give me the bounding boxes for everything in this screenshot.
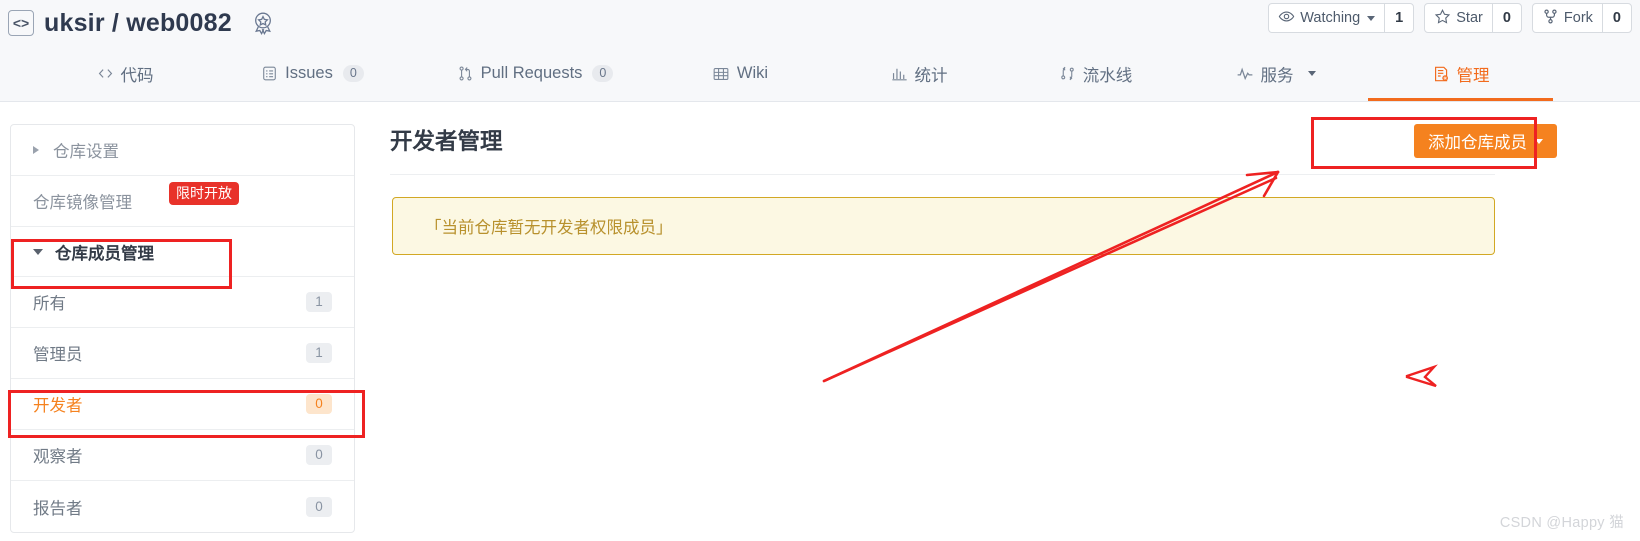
star-button[interactable]: Star — [1425, 4, 1492, 32]
tab-issues[interactable]: Issues 0 — [205, 46, 420, 101]
tab-service[interactable]: 服务 — [1183, 46, 1368, 101]
sidebar-item-all-label: 所有 — [33, 295, 66, 313]
empty-state-alert-text: 「当前仓库暂无开发者权限成员」 — [425, 219, 673, 237]
sidebar-item-developer-count: 0 — [306, 394, 332, 414]
sidebar-item-reporter-count: 0 — [306, 496, 332, 517]
tab-manage[interactable]: 管理 — [1368, 46, 1553, 101]
watermark: CSDN @Happy 猫 — [1499, 515, 1624, 531]
empty-state-alert: 「当前仓库暂无开发者权限成员」 — [392, 197, 1495, 255]
sidebar-item-all-count: 1 — [306, 292, 332, 312]
caret-down-icon — [1535, 138, 1543, 144]
eye-icon — [1278, 8, 1295, 29]
header-actions: Watching 1 Star 0 Fork 0 — [1268, 3, 1632, 33]
award-rosette-icon — [250, 10, 276, 36]
content-header: 开发者管理 — [390, 124, 1495, 175]
watching-count[interactable]: 1 — [1384, 4, 1413, 32]
tab-code-label: 代码 — [120, 66, 154, 85]
fork-icon — [1542, 8, 1559, 29]
sidebar-item-mirror-management-label: 仓库镜像管理 — [33, 194, 132, 212]
sidebar-item-reporter-label: 报告者 — [33, 499, 83, 518]
fork-count[interactable]: 0 — [1601, 4, 1631, 32]
sidebar-group-member-management[interactable]: 仓库成员管理 — [11, 227, 354, 277]
add-member-button[interactable]: 添加仓库成员 — [1414, 124, 1557, 158]
fork-button[interactable]: Fork — [1533, 4, 1602, 32]
pull-request-icon — [457, 65, 474, 82]
book-icon — [712, 65, 730, 83]
watching-button-group[interactable]: Watching 1 — [1268, 3, 1415, 33]
star-label: Star — [1456, 10, 1483, 26]
repo-nav-bar: 代码 Issues 0 Pull Requests 0 Wiki 统计 流水线 … — [0, 46, 1640, 102]
add-member-button-label: 添加仓库成员 — [1428, 134, 1527, 152]
sidebar-item-admin[interactable]: 管理员 1 — [11, 328, 354, 379]
sidebar-item-mirror-management[interactable]: 仓库镜像管理 限时开放 — [11, 176, 354, 227]
sidebar-group-repo-settings-label: 仓库设置 — [53, 143, 119, 161]
tab-manage-label: 管理 — [1456, 66, 1490, 85]
code-brackets-icon: <> — [8, 10, 34, 36]
repo-header: <> uksir / web0082 Watching 1 Star 0 For… — [0, 0, 1640, 46]
manage-doc-icon — [1432, 65, 1450, 83]
tab-pull-requests[interactable]: Pull Requests 0 — [420, 46, 650, 101]
issue-list-icon — [261, 65, 278, 82]
page-title[interactable]: uksir / web0082 — [44, 9, 232, 38]
fork-button-group[interactable]: Fork 0 — [1531, 3, 1632, 33]
star-count[interactable]: 0 — [1491, 4, 1521, 32]
pipeline-icon — [1059, 65, 1076, 82]
tab-code[interactable]: 代码 — [45, 46, 205, 101]
fork-label: Fork — [1563, 10, 1593, 26]
settings-sidebar: 仓库设置 仓库镜像管理 限时开放 仓库成员管理 所有 1 管理员 1 开发者 0 — [10, 124, 355, 533]
sidebar-item-observer-count: 0 — [306, 445, 332, 465]
tab-pipeline[interactable]: 流水线 — [1008, 46, 1183, 101]
sidebar-item-reporter[interactable]: 报告者 0 — [11, 481, 354, 532]
chevron-down-icon — [33, 248, 43, 255]
pulse-icon — [1236, 65, 1254, 83]
sidebar-item-observer[interactable]: 观察者 0 — [11, 430, 354, 481]
star-button-group[interactable]: Star 0 — [1424, 3, 1522, 33]
watching-button[interactable]: Watching — [1269, 4, 1384, 32]
sidebar-item-developer[interactable]: 开发者 0 — [11, 379, 354, 430]
tab-statistics-label: 统计 — [914, 66, 948, 85]
sidebar-group-member-management-label: 仓库成员管理 — [55, 244, 154, 263]
limited-time-badge: 限时开放 — [169, 182, 239, 205]
tab-pipeline-label: 流水线 — [1082, 66, 1133, 85]
tab-issues-count: 0 — [342, 65, 364, 82]
chevron-down-icon — [1367, 15, 1376, 21]
bar-chart-icon — [891, 65, 908, 82]
app-screen: <> uksir / web0082 Watching 1 Star 0 For… — [0, 0, 1640, 541]
star-icon — [1434, 8, 1451, 29]
sidebar-item-observer-label: 观察者 — [33, 448, 83, 466]
tab-service-label: 服务 — [1260, 66, 1294, 85]
repo-nav-list: 代码 Issues 0 Pull Requests 0 Wiki 统计 流水线 … — [0, 46, 1640, 101]
main-content: 开发者管理 添加仓库成员 「当前仓库暂无开发者权限成员」 — [390, 102, 1640, 541]
code-tag-icon — [97, 65, 114, 82]
tab-statistics[interactable]: 统计 — [830, 46, 1008, 101]
tab-wiki-label: Wiki — [736, 64, 769, 82]
sidebar-item-admin-count: 1 — [306, 343, 332, 363]
repo-identity: <> uksir / web0082 — [8, 9, 276, 38]
sidebar-group-repo-settings[interactable]: 仓库设置 — [11, 125, 354, 176]
tab-wiki[interactable]: Wiki — [650, 46, 830, 101]
sidebar-item-admin-label: 管理员 — [33, 346, 83, 364]
sidebar-item-developer-label: 开发者 — [33, 397, 83, 415]
tab-pull-requests-count: 0 — [592, 65, 614, 82]
content-title: 开发者管理 — [390, 129, 503, 154]
page-body: 仓库设置 仓库镜像管理 限时开放 仓库成员管理 所有 1 管理员 1 开发者 0 — [0, 102, 1640, 541]
watching-label: Watching — [1300, 10, 1361, 26]
chevron-down-icon — [1307, 71, 1316, 76]
tab-issues-label: Issues — [285, 64, 333, 82]
chevron-right-icon — [33, 146, 39, 154]
sidebar-item-all[interactable]: 所有 1 — [11, 277, 354, 328]
tab-pull-requests-label: Pull Requests — [480, 64, 583, 82]
